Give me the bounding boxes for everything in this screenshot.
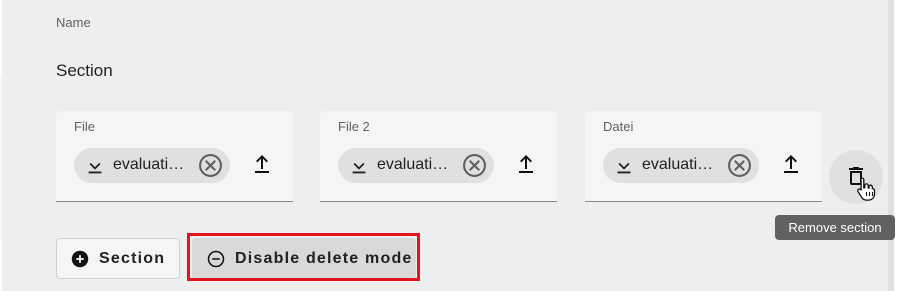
scrollbar-track[interactable]: [888, 0, 894, 291]
highlight-box: [187, 233, 420, 281]
cancel-circle-icon[interactable]: [727, 153, 752, 178]
file-field-3[interactable]: Datei evaluation.pdf: [585, 111, 822, 202]
file-name: evaluation.pdf: [377, 156, 457, 173]
left-strip: [0, 75, 2, 240]
download-icon[interactable]: [84, 155, 106, 177]
file-field-label: Datei: [603, 119, 634, 134]
upload-icon[interactable]: [250, 153, 274, 177]
file-chip[interactable]: evaluation.pdf: [338, 148, 494, 183]
cancel-circle-icon[interactable]: [462, 153, 487, 178]
add-section-label: Section: [99, 249, 166, 267]
file-field-label: File 2: [338, 119, 370, 134]
upload-icon[interactable]: [779, 153, 803, 177]
file-field-1[interactable]: File evaluation.pdf: [56, 111, 293, 202]
download-icon[interactable]: [348, 155, 370, 177]
file-chip[interactable]: evaluation.pdf: [74, 148, 230, 183]
add-circle-icon: [71, 250, 89, 267]
download-icon[interactable]: [613, 155, 635, 177]
cancel-circle-icon[interactable]: [198, 153, 223, 178]
section-title: Section: [56, 61, 113, 80]
file-name: evaluation.pdf: [113, 156, 193, 173]
name-label: Name: [56, 15, 91, 30]
hand-pointer-icon: [857, 177, 876, 201]
file-name: evaluation.pdf: [642, 156, 722, 173]
file-chip[interactable]: evaluation.pdf: [603, 148, 759, 183]
file-field-2[interactable]: File 2 evaluation.pdf: [320, 111, 557, 202]
remove-section-tooltip: Remove section: [775, 215, 895, 240]
add-section-button[interactable]: Section: [56, 238, 180, 279]
upload-icon[interactable]: [514, 153, 538, 177]
file-field-label: File: [74, 119, 95, 134]
